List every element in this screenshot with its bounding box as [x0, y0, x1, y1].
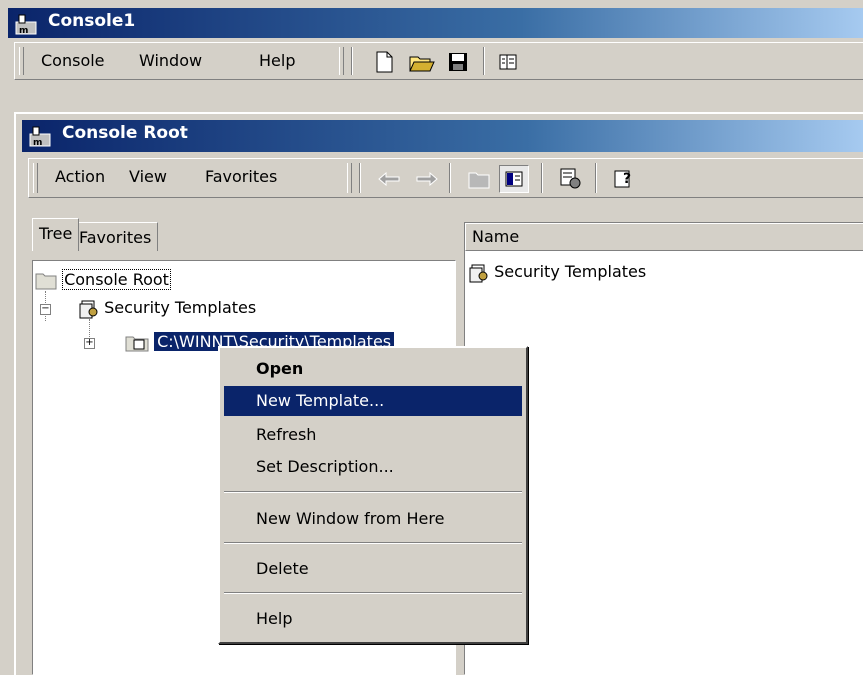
menu-window[interactable]: Window	[139, 43, 202, 79]
tree-line-2	[89, 319, 90, 339]
toolbar-separator-2	[483, 47, 485, 75]
menu-item-help[interactable]: Help	[224, 604, 522, 634]
menubar-grip[interactable]	[19, 47, 24, 75]
inner-toolbar-grip[interactable]	[347, 163, 352, 193]
context-menu: Open New Template... Refresh Set Descrip…	[218, 346, 528, 644]
mmc-console-icon: m	[15, 14, 37, 36]
inner-toolbar-separator-4	[595, 163, 597, 193]
inner-window-title: Console Root	[62, 123, 188, 143]
svg-text:m: m	[33, 138, 42, 148]
show-hide-tree-icon	[499, 54, 517, 70]
tree-label-security-templates: Security Templates	[104, 298, 257, 317]
console-tree-icon	[505, 171, 523, 187]
inner-toolbar-separator-3	[541, 163, 543, 193]
templates-folder-icon	[125, 336, 149, 351]
outer-window-title: Console1	[48, 11, 136, 31]
tree-expander-templates-folder[interactable]: +	[84, 338, 95, 349]
menu-item-open[interactable]: Open	[224, 354, 522, 384]
export-list-button[interactable]	[555, 165, 585, 191]
export-list-icon	[560, 168, 581, 189]
up-one-level-button[interactable]	[465, 167, 493, 191]
inner-toolbar-separator	[359, 163, 361, 193]
svg-text:?: ?	[623, 171, 631, 187]
menu-action[interactable]: Action	[55, 159, 105, 195]
list-item-security-templates[interactable]: Security Templates	[469, 261, 646, 283]
outer-menu-bar: Console Window Help	[14, 42, 863, 80]
column-header-name[interactable]: Name	[465, 223, 863, 251]
menu-item-new-template[interactable]: New Template...	[224, 386, 522, 416]
forward-arrow-icon	[416, 172, 438, 186]
menu-item-delete[interactable]: Delete	[224, 554, 522, 584]
back-button[interactable]	[375, 167, 403, 191]
security-templates-list-icon	[469, 264, 488, 282]
save-button[interactable]	[445, 49, 471, 75]
back-arrow-icon	[378, 172, 400, 186]
toolbar-separator	[351, 47, 353, 75]
menu-item-refresh[interactable]: Refresh	[224, 420, 522, 450]
toolbar-grip[interactable]	[339, 47, 344, 75]
tree-label-console-root: Console Root	[62, 269, 171, 290]
tree-item-security-templates[interactable]: Security Templates	[79, 297, 256, 319]
open-folder-button[interactable]	[407, 49, 437, 75]
folder-icon	[35, 273, 57, 289]
inner-toolbar-separator-2	[449, 163, 451, 193]
menu-help[interactable]: Help	[259, 43, 295, 79]
show-hide-tree-button[interactable]	[495, 49, 521, 75]
new-document-icon	[376, 51, 393, 73]
outer-title-bar[interactable]: m Console1	[8, 8, 863, 38]
svg-text:m: m	[19, 26, 28, 36]
inner-menubar-grip[interactable]	[33, 163, 38, 193]
save-disk-icon	[449, 53, 467, 71]
menu-separator-1	[224, 491, 522, 493]
tree-item-console-root[interactable]: Console Root	[35, 269, 171, 291]
menu-favorites[interactable]: Favorites	[205, 159, 277, 195]
console-root-icon: m	[29, 126, 51, 148]
new-document-button[interactable]	[371, 49, 397, 75]
show-hide-console-tree-button[interactable]	[499, 165, 529, 193]
menu-separator-2	[224, 542, 522, 544]
open-folder-icon	[409, 56, 435, 72]
menu-item-set-description[interactable]: Set Description...	[224, 452, 522, 482]
inner-menu-bar: Action View Favorites ?	[28, 158, 863, 198]
tab-favorites[interactable]: Favorites	[72, 222, 159, 251]
forward-button[interactable]	[413, 167, 441, 191]
security-templates-icon	[79, 300, 98, 318]
tree-expander-security-templates[interactable]: −	[40, 304, 51, 315]
inner-title-bar[interactable]: m Console Root	[22, 120, 863, 152]
menu-view[interactable]: View	[129, 159, 167, 195]
help-button[interactable]: ?	[609, 165, 639, 191]
menu-item-new-window[interactable]: New Window from Here	[224, 504, 522, 534]
menu-separator-3	[224, 592, 522, 594]
menu-console[interactable]: Console	[41, 43, 105, 79]
tab-tree[interactable]: Tree	[32, 218, 80, 251]
help-book-icon: ?	[614, 170, 631, 188]
up-folder-icon	[468, 172, 490, 189]
